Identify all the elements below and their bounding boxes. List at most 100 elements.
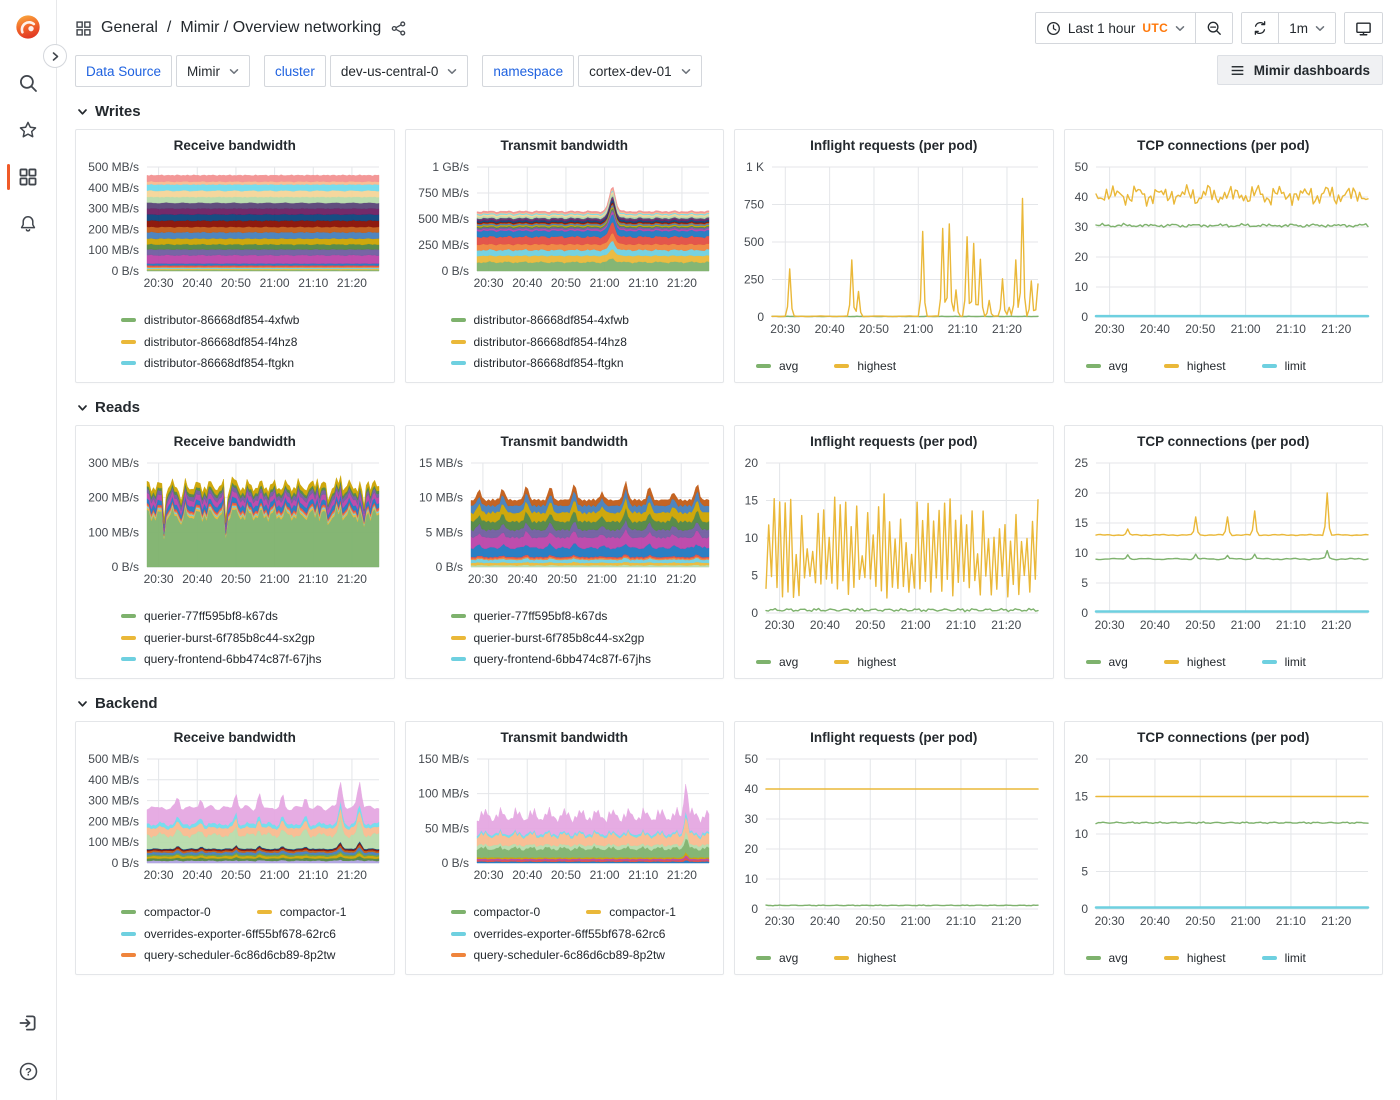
legend-item[interactable]: highest [1164,655,1226,669]
legend-item[interactable]: compactor-0 [121,905,211,919]
panel-title[interactable]: Inflight requests (per pod) [740,135,1048,159]
legend-item[interactable]: limit [1262,951,1306,965]
legend-item[interactable]: query-scheduler-6c86d6cb89-8p2tw [451,948,665,962]
mimir-dashboards-button[interactable]: Mimir dashboards [1217,55,1383,85]
legend-item[interactable]: highest [834,655,896,669]
sidebar-item-starred[interactable] [0,113,56,147]
panel-title[interactable]: TCP connections (per pod) [1070,727,1378,751]
legend-item[interactable]: distributor-86668df854-ftgkn [451,356,624,370]
time-range-picker[interactable]: Last 1 hour UTC [1036,13,1195,43]
breadcrumb-dashboard-title[interactable]: Mimir / Overview networking [180,19,381,37]
panel-title[interactable]: Inflight requests (per pod) [740,431,1048,455]
chevron-right-icon [53,53,57,60]
variable-value-datasource[interactable]: Mimir [176,55,250,87]
sidebar-item-sign-in[interactable] [0,1006,56,1040]
legend-label: limit [1285,359,1306,373]
legend-item[interactable]: avg [756,951,798,965]
row-header-reads[interactable]: Reads [75,396,1383,425]
legend-item[interactable]: limit [1262,359,1306,373]
legend-item[interactable]: overrides-exporter-6ff55bf678-62rc6 [121,927,336,941]
chart-canvas[interactable]: 20:3020:4020:5021:0021:1021:200250500750… [740,159,1048,344]
legend-item[interactable]: compactor-1 [257,905,347,919]
legend-item[interactable]: compactor-1 [586,905,676,919]
legend-item[interactable]: distributor-86668df854-4xfwb [451,313,629,327]
panel-title[interactable]: Transmit bandwidth [411,135,719,159]
legend-item[interactable]: querier-77ff595bf8-k67ds [121,609,278,623]
legend-item[interactable]: limit [1262,655,1306,669]
legend-item[interactable]: query-scheduler-6c86d6cb89-8p2tw [121,948,335,962]
svg-text:20:40: 20:40 [815,322,845,336]
legend-item[interactable]: distributor-86668df854-f4hz8 [451,335,627,349]
section-writes: Writes Receive bandwidth 20:3020:4020:50… [75,100,1383,383]
panel-title[interactable]: Receive bandwidth [81,135,389,159]
legend-item[interactable]: avg [756,359,798,373]
sidebar-item-help[interactable]: ? [0,1054,56,1088]
legend-item[interactable]: highest [1164,951,1226,965]
panel: Inflight requests (per pod) 20:3020:4020… [734,425,1054,679]
legend-item[interactable]: querier-burst-6f785b8c44-sx2gp [451,631,645,645]
grafana-logo-icon[interactable] [14,13,42,46]
legend-swatch [451,932,466,936]
legend-item[interactable]: overrides-exporter-6ff55bf678-62rc6 [451,927,666,941]
panel-title[interactable]: Inflight requests (per pod) [740,727,1048,751]
svg-text:750 MB/s: 750 MB/s [418,186,469,200]
chart-canvas[interactable]: 20:3020:4020:5021:0021:1021:200 B/s250 M… [411,159,719,298]
legend-item[interactable]: query-frontend-6bb474c87f-67jhs [121,652,321,666]
panel-title[interactable]: Transmit bandwidth [411,727,719,751]
svg-text:15: 15 [745,494,759,508]
panel-title[interactable]: Receive bandwidth [81,727,389,751]
sidebar-item-search[interactable] [0,66,56,100]
hamburger-icon [1230,63,1245,78]
refresh-interval-picker[interactable]: 1m [1278,13,1335,43]
legend-item[interactable]: querier-burst-6f785b8c44-sx2gp [121,631,315,645]
zoom-out-button[interactable] [1195,13,1232,43]
panel-title[interactable]: TCP connections (per pod) [1070,135,1378,159]
svg-text:21:00: 21:00 [903,322,933,336]
legend-item[interactable]: avg [756,655,798,669]
legend-item[interactable]: avg [1086,951,1128,965]
row-header-writes[interactable]: Writes [75,100,1383,129]
legend-item[interactable]: compactor-0 [451,905,541,919]
chart-canvas[interactable]: 20:3020:4020:5021:0021:1021:200 B/s5 MB/… [411,455,719,594]
tv-mode-button[interactable] [1345,13,1382,43]
chart-canvas[interactable]: 20:3020:4020:5021:0021:1021:200510152025 [1070,455,1378,640]
svg-text:40: 40 [745,782,759,796]
variable-value-namespace[interactable]: cortex-dev-01 [578,55,702,87]
legend-item[interactable]: distributor-86668df854-f4hz8 [121,335,297,349]
legend-label: distributor-86668df854-ftgkn [474,356,624,370]
legend-item[interactable]: query-frontend-6bb474c87f-67jhs [451,652,651,666]
panel-title[interactable]: TCP connections (per pod) [1070,431,1378,455]
svg-text:21:10: 21:10 [948,322,978,336]
legend-swatch [1086,660,1101,664]
legend-item[interactable]: highest [834,359,896,373]
svg-text:400 MB/s: 400 MB/s [88,773,139,787]
variable-value-cluster[interactable]: dev-us-central-0 [330,55,469,87]
chart-canvas[interactable]: 20:3020:4020:5021:0021:1021:200 B/s100 M… [81,751,389,890]
panel-title[interactable]: Transmit bandwidth [411,431,719,455]
dashboards-grid-icon [18,167,38,187]
legend-item[interactable]: highest [1164,359,1226,373]
chart-canvas[interactable]: 20:3020:4020:5021:0021:1021:2005101520 [740,455,1048,640]
breadcrumb-folder[interactable]: General [101,19,158,37]
time-range-label: Last 1 hour [1068,21,1136,36]
legend-item[interactable]: avg [1086,655,1128,669]
refresh-button[interactable] [1242,13,1278,43]
chart-canvas[interactable]: 20:3020:4020:5021:0021:1021:200102030405… [1070,159,1378,344]
chart-canvas[interactable]: 20:3020:4020:5021:0021:1021:200 B/s50 MB… [411,751,719,890]
chart-canvas[interactable]: 20:3020:4020:5021:0021:1021:2005101520 [1070,751,1378,936]
legend-item[interactable]: distributor-86668df854-ftgkn [121,356,294,370]
chart-canvas[interactable]: 20:3020:4020:5021:0021:1021:200102030405… [740,751,1048,936]
sidebar-item-dashboards[interactable] [0,160,56,194]
legend-item[interactable]: querier-77ff595bf8-k67ds [451,609,608,623]
panel-title[interactable]: Receive bandwidth [81,431,389,455]
row-header-backend[interactable]: Backend [75,692,1383,721]
sidebar-item-alerting[interactable] [0,207,56,241]
sidebar-expand-button[interactable] [43,44,67,68]
legend-item[interactable]: avg [1086,359,1128,373]
chart-canvas[interactable]: 20:3020:4020:5021:0021:1021:200 B/s100 M… [81,159,389,298]
chart-canvas[interactable]: 20:3020:4020:5021:0021:1021:200 B/s100 M… [81,455,389,594]
svg-text:21:20: 21:20 [666,868,696,882]
legend-item[interactable]: highest [834,951,896,965]
legend-item[interactable]: distributor-86668df854-4xfwb [121,313,299,327]
share-icon[interactable] [390,20,407,37]
